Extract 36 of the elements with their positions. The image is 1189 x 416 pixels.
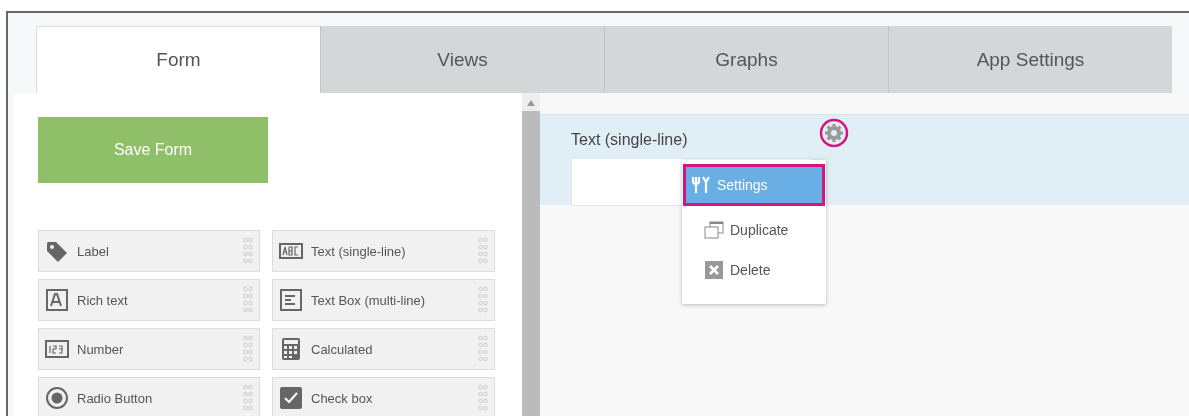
field-label: Text (single-line) — [571, 131, 688, 149]
drag-handle-icon[interactable] — [478, 286, 488, 314]
drag-handle-icon[interactable] — [243, 286, 253, 314]
drag-handle-icon[interactable] — [478, 237, 488, 265]
drag-handle-icon[interactable] — [478, 384, 488, 412]
palette-item[interactable]: Text Box (multi-line) — [272, 279, 495, 321]
palette-item[interactable]: Calculated — [272, 328, 495, 370]
tag-icon — [45, 239, 69, 263]
menu-item[interactable]: Delete — [683, 250, 825, 290]
number-box-icon — [45, 337, 69, 361]
tab[interactable]: Form — [36, 26, 320, 93]
tools-icon — [690, 174, 712, 196]
letter-a-icon — [45, 288, 69, 312]
drag-handle-icon[interactable] — [478, 335, 488, 363]
radio-icon — [45, 386, 69, 410]
palette-item[interactable]: Radio Button — [38, 377, 260, 416]
gear-icon[interactable] — [819, 118, 849, 148]
tab[interactable]: App Settings — [888, 26, 1172, 93]
palette-item[interactable]: Text (single-line) — [272, 230, 495, 272]
palette-item[interactable]: Label — [38, 230, 260, 272]
checkbox-icon — [279, 386, 303, 410]
menu-item[interactable]: Duplicate — [683, 210, 825, 250]
palette-item[interactable]: Number — [38, 328, 260, 370]
scrollbar[interactable] — [522, 93, 540, 416]
tab[interactable]: Views — [320, 26, 604, 93]
drag-handle-icon[interactable] — [243, 384, 253, 412]
drag-handle-icon[interactable] — [243, 335, 253, 363]
tab[interactable]: Graphs — [604, 26, 888, 93]
palette-item[interactable]: Rich text — [38, 279, 260, 321]
windows-icon — [703, 219, 725, 241]
drag-handle-icon[interactable] — [243, 237, 253, 265]
scroll-up-icon[interactable] — [526, 99, 536, 107]
calculator-icon — [279, 337, 303, 361]
delete-icon — [703, 259, 725, 281]
text-lines-icon — [279, 288, 303, 312]
palette-item[interactable]: Check box — [272, 377, 495, 416]
